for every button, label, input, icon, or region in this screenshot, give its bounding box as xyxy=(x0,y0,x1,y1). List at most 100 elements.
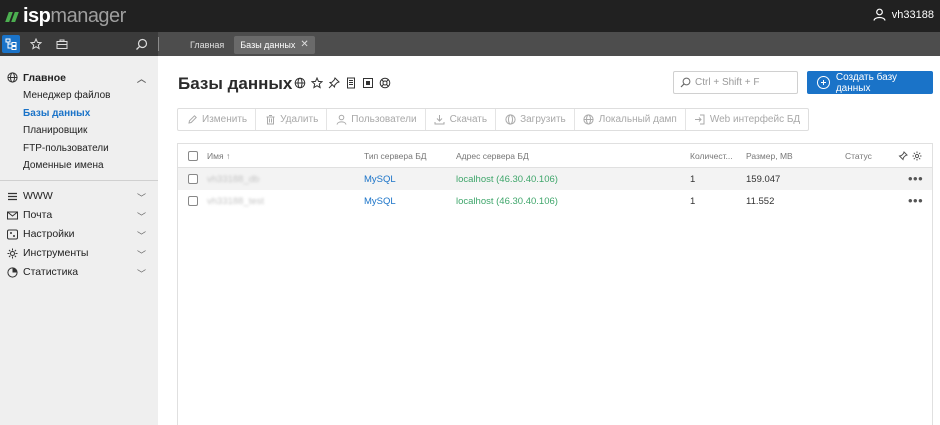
edit-label: Изменить xyxy=(202,114,248,125)
db-type-link[interactable]: MySQL xyxy=(364,174,396,185)
sidebar-item-ftp-users[interactable]: FTP-пользователи xyxy=(0,140,158,158)
select-all-checkbox[interactable] xyxy=(188,150,198,161)
db-address-link[interactable]: localhost (46.30.40.106) xyxy=(456,196,558,207)
sidebar-group-www[interactable]: WWW ﹀ xyxy=(0,187,158,206)
sidebar-group-label: Настройки xyxy=(23,228,75,240)
dump-icon xyxy=(583,114,595,126)
edit-button[interactable]: Изменить xyxy=(178,109,257,130)
sort-arrow-icon: ↑ xyxy=(225,150,231,161)
login-icon xyxy=(694,114,706,126)
menu-tree-icon[interactable] xyxy=(2,35,20,53)
column-status[interactable]: Статус xyxy=(845,151,872,161)
sidebar-group-main[interactable]: Главное ︿ xyxy=(0,68,158,87)
app-logo[interactable]: isp manager xyxy=(5,4,126,27)
column-name-label: Имя xyxy=(207,150,224,161)
sidebar-group-label: Инструменты xyxy=(23,247,89,259)
edit-icon xyxy=(186,114,198,126)
sidebar-group-statistics[interactable]: Статистика ﹀ xyxy=(0,263,158,282)
sidebar-item-databases[interactable]: Базы данных xyxy=(0,105,158,123)
db-name: vh33188_test xyxy=(207,195,265,207)
db-count: 1 xyxy=(690,195,696,207)
table-row[interactable]: vh33188_db MySQL localhost (46.30.40.106… xyxy=(178,168,932,190)
mail-icon xyxy=(6,209,18,221)
local-dump-button[interactable]: Локальный дамп xyxy=(575,109,686,130)
tab-databases[interactable]: Базы данных ✕ xyxy=(234,36,315,54)
sub-bar: Главная Базы данных ✕ xyxy=(0,32,940,56)
column-type[interactable]: Тип сервера БД xyxy=(364,151,427,161)
row-checkbox[interactable] xyxy=(188,174,198,184)
user-icon xyxy=(335,114,347,126)
trash-icon xyxy=(264,114,276,126)
divider xyxy=(158,37,159,51)
briefcase-icon[interactable] xyxy=(54,36,70,52)
globe-icon xyxy=(6,72,18,84)
create-database-button[interactable]: Создать базу данных xyxy=(807,71,933,94)
help-icon[interactable] xyxy=(376,76,393,90)
users-button[interactable]: Пользователи xyxy=(327,109,426,130)
table-row[interactable]: vh33188_test MySQL localhost (46.30.40.1… xyxy=(178,190,932,212)
sidebar-group-tools[interactable]: Инструменты ﹀ xyxy=(0,244,158,263)
tools-icon xyxy=(6,247,18,259)
document-icon[interactable] xyxy=(342,76,359,90)
search-input[interactable] xyxy=(695,77,795,88)
sidebar-group-label: WWW xyxy=(23,190,53,202)
user-icon xyxy=(873,8,886,21)
upload-button[interactable]: Загрузить xyxy=(496,109,575,130)
web-interface-button[interactable]: Web интерфейс БД xyxy=(686,109,808,130)
sidebar-item-domain-names[interactable]: Доменные имена xyxy=(0,157,158,175)
chevron-down-icon: ﹀ xyxy=(136,268,146,279)
chevron-down-icon: ﹀ xyxy=(136,230,146,241)
sidebar-group-label: Главное xyxy=(23,71,66,84)
databases-table: Имя ↑ Тип сервера БД Адрес сервера БД Ко… xyxy=(177,143,933,425)
column-size[interactable]: Размер, MB xyxy=(746,151,793,161)
settings-icon xyxy=(6,228,18,240)
logo-mark-icon xyxy=(5,10,20,22)
db-size: 11.552 xyxy=(746,195,775,207)
chevron-down-icon: ﹀ xyxy=(136,192,146,203)
header-actions xyxy=(896,150,924,162)
create-button-label: Создать базу данных xyxy=(835,71,898,94)
pie-chart-icon xyxy=(6,266,18,278)
user-menu[interactable]: vh33188 xyxy=(873,8,934,21)
db-name: vh33188_db xyxy=(207,173,260,185)
download-button[interactable]: Скачать xyxy=(426,109,497,130)
download-icon xyxy=(434,114,446,126)
favorites-star-icon[interactable] xyxy=(28,36,44,52)
upload-icon xyxy=(504,114,516,126)
search-field[interactable] xyxy=(673,71,798,94)
close-icon[interactable]: ✕ xyxy=(300,36,308,54)
filter-icon[interactable] xyxy=(896,150,910,162)
sidebar-group-label: Почта xyxy=(23,209,53,221)
table-header: Имя ↑ Тип сервера БД Адрес сервера БД Ко… xyxy=(178,144,932,168)
column-address[interactable]: Адрес сервера БД xyxy=(456,151,529,161)
db-size: 159.047 xyxy=(746,173,781,185)
column-name[interactable]: Имя ↑ xyxy=(207,151,230,161)
pin-icon[interactable] xyxy=(325,76,342,90)
chevron-down-icon: ﹀ xyxy=(136,211,146,222)
users-label: Пользователи xyxy=(351,114,417,125)
sidebar-item-file-manager[interactable]: Менеджер файлов xyxy=(0,87,158,105)
sidebar-group-label: Статистика xyxy=(23,266,79,278)
gear-icon[interactable] xyxy=(910,150,924,162)
db-type-link[interactable]: MySQL xyxy=(364,196,396,207)
row-menu-icon[interactable]: ••• xyxy=(908,194,923,207)
row-menu-icon[interactable]: ••• xyxy=(908,172,923,185)
export-icon[interactable] xyxy=(359,76,376,90)
globe-settings-icon[interactable] xyxy=(291,76,308,90)
chevron-down-icon: ﹀ xyxy=(136,249,146,260)
logo-product: manager xyxy=(50,4,126,27)
delete-button[interactable]: Удалить xyxy=(256,109,328,130)
row-checkbox[interactable] xyxy=(188,196,198,206)
search-icon[interactable] xyxy=(133,36,149,52)
sidebar: Главное ︿ Менеджер файлов Базы данных Пл… xyxy=(0,56,158,425)
sidebar-group-settings[interactable]: Настройки ﹀ xyxy=(0,225,158,244)
sidebar-toolbar xyxy=(0,32,158,56)
sidebar-item-scheduler[interactable]: Планировщик xyxy=(0,122,158,140)
chevron-up-icon: ︿ xyxy=(136,74,146,84)
column-count[interactable]: Количест... xyxy=(690,151,733,161)
sidebar-group-mail[interactable]: Почта ﹀ xyxy=(0,206,158,225)
db-address-link[interactable]: localhost (46.30.40.106) xyxy=(456,174,558,185)
tab-home[interactable]: Главная xyxy=(184,36,230,54)
star-icon[interactable] xyxy=(308,76,325,90)
tab-label: Базы данных xyxy=(240,40,296,50)
